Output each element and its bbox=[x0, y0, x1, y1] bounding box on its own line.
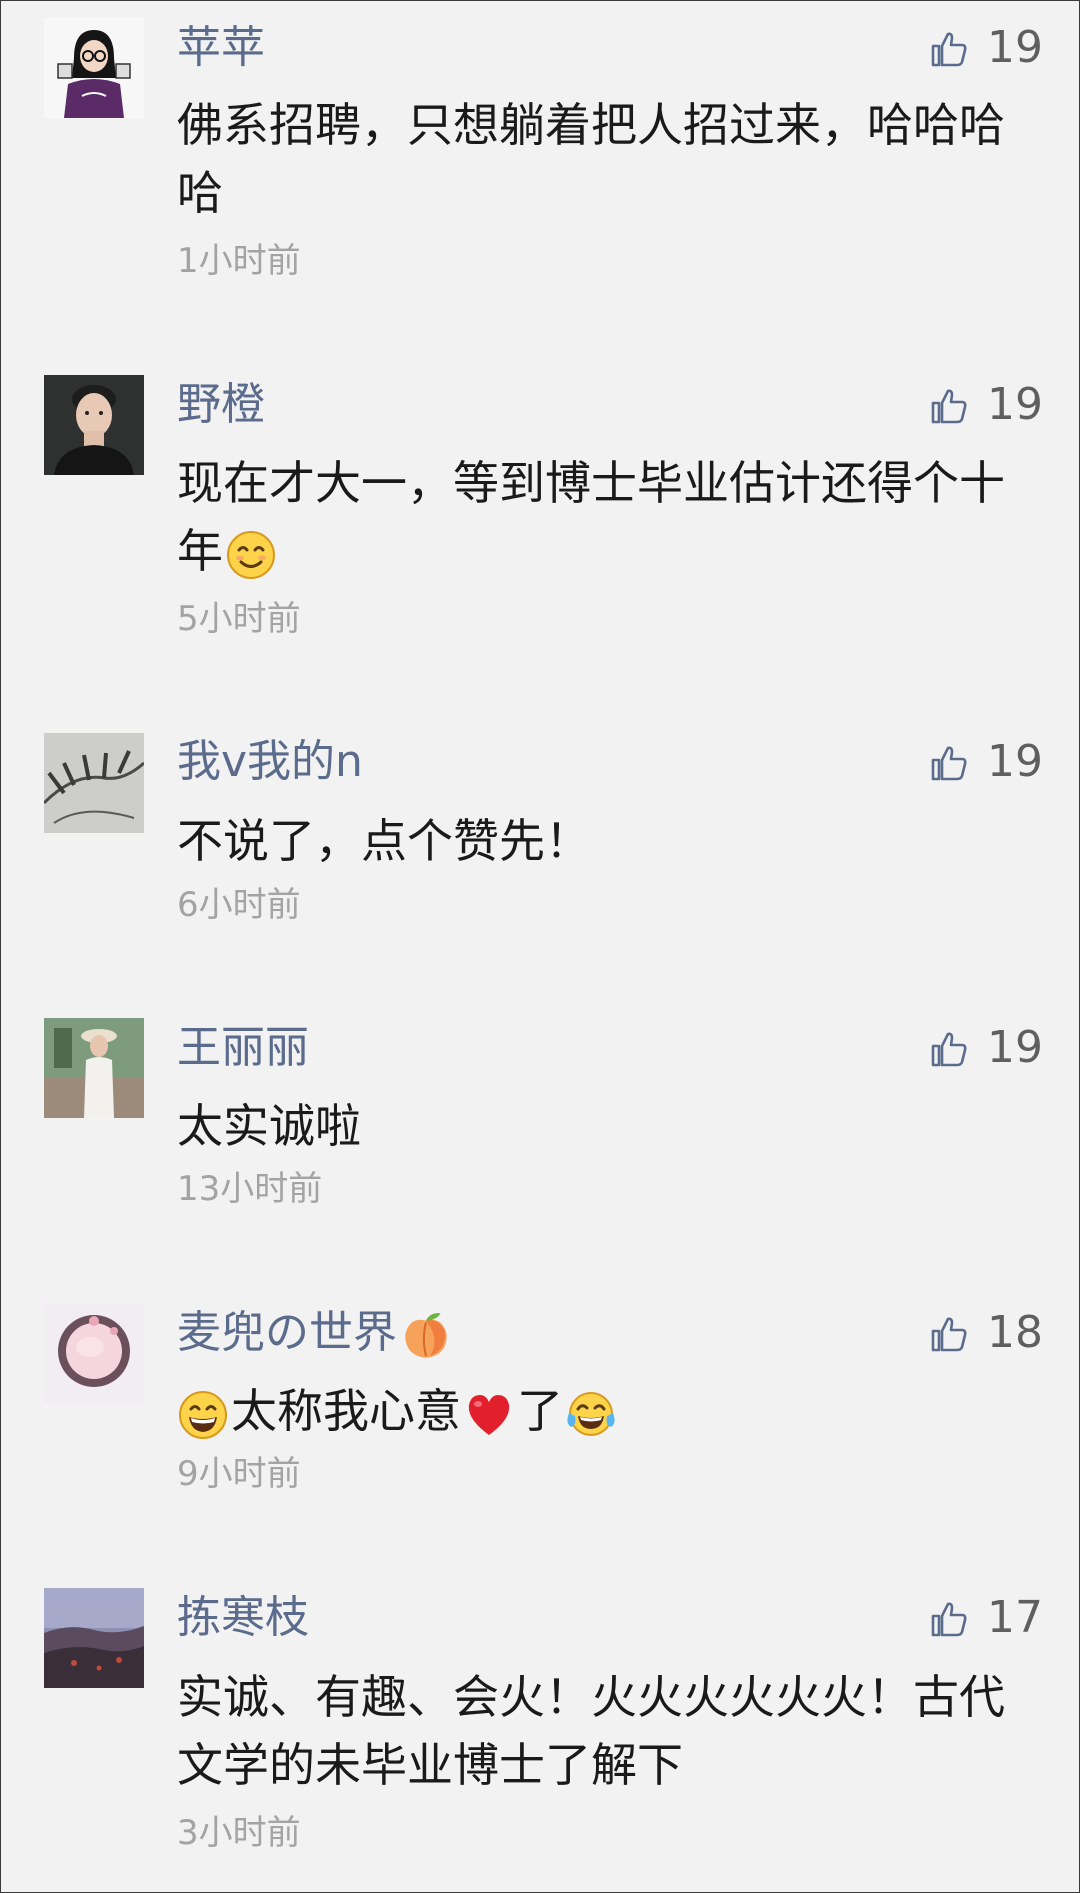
avatar[interactable] bbox=[44, 1018, 144, 1118]
username[interactable]: 我v我的n bbox=[177, 735, 363, 789]
comment-text-content: 现在才大一，等到博士毕业估计还得个十年 bbox=[177, 456, 1005, 578]
like-button[interactable]: 19 bbox=[929, 735, 1049, 789]
username[interactable]: 野橙 bbox=[177, 378, 265, 432]
comment-text-part: 太称我心意 bbox=[231, 1384, 461, 1438]
avatar-image bbox=[44, 375, 144, 475]
thumbs-up-icon bbox=[931, 746, 967, 781]
avatar[interactable] bbox=[44, 1303, 144, 1403]
like-button[interactable]: 17 bbox=[929, 1591, 1049, 1645]
comment-time: 1小时前 bbox=[177, 241, 301, 281]
avatar-image bbox=[44, 1303, 144, 1403]
like-button[interactable]: 18 bbox=[929, 1306, 1049, 1360]
thumbs-up-icon bbox=[931, 1032, 967, 1067]
avatar[interactable] bbox=[44, 733, 144, 833]
comment-text-part: 了 bbox=[517, 1384, 563, 1438]
like-button[interactable]: 19 bbox=[929, 21, 1049, 75]
smile-icon bbox=[227, 530, 275, 579]
like-count: 19 bbox=[987, 1022, 1043, 1073]
peach-icon bbox=[405, 1313, 447, 1358]
comment-time: 3小时前 bbox=[177, 1813, 301, 1853]
username[interactable]: 麦兜の世界 bbox=[177, 1306, 455, 1362]
like-count: 19 bbox=[987, 736, 1043, 787]
avatar[interactable] bbox=[44, 1588, 144, 1688]
comment-text: 太实诚啦 bbox=[177, 1099, 361, 1153]
like-button[interactable]: 19 bbox=[929, 378, 1049, 432]
avatar[interactable] bbox=[44, 375, 144, 475]
comment-time: 13小时前 bbox=[177, 1169, 323, 1209]
avatar-image bbox=[44, 733, 144, 833]
avatar-image bbox=[44, 18, 144, 118]
red-heart-emoji bbox=[463, 1389, 515, 1441]
comment-text: 实诚、有趣、会火！火火火火火火！古代文学的未毕业博士了解下 bbox=[177, 1670, 1005, 1792]
avatar[interactable] bbox=[44, 18, 144, 118]
comment-time: 9小时前 bbox=[177, 1454, 301, 1494]
thumbs-up-icon bbox=[931, 389, 967, 424]
smiling-face-emoji bbox=[225, 529, 277, 581]
like-count: 18 bbox=[987, 1307, 1043, 1358]
avatar-image bbox=[44, 1018, 144, 1118]
thumbs-up-icon bbox=[931, 32, 967, 67]
grinning-face-emoji bbox=[177, 1389, 229, 1441]
tears-icon bbox=[567, 1391, 615, 1436]
like-count: 17 bbox=[987, 1592, 1043, 1643]
comment-time: 5小时前 bbox=[177, 599, 301, 639]
username[interactable]: 王丽丽 bbox=[177, 1021, 309, 1075]
comment-time: 6小时前 bbox=[177, 885, 301, 925]
comment-text: 佛系招聘，只想躺着把人招过来，哈哈哈哈 bbox=[177, 98, 1005, 220]
comment-text: 太称我心意 了 bbox=[177, 1377, 1027, 1445]
thumbs-up-icon bbox=[931, 1602, 967, 1637]
like-button[interactable]: 19 bbox=[929, 1021, 1049, 1075]
like-count: 19 bbox=[987, 22, 1043, 73]
comment-text: 不说了，点个赞先！ bbox=[177, 814, 591, 868]
avatar-image bbox=[44, 1588, 144, 1688]
comment-text: 现在才大一，等到博士毕业估计还得个十年 bbox=[177, 449, 1027, 585]
grin-icon bbox=[179, 1390, 227, 1439]
peach-emoji bbox=[399, 1308, 453, 1362]
like-count: 19 bbox=[987, 379, 1043, 430]
username-text: 麦兜の世界 bbox=[177, 1307, 397, 1358]
username[interactable]: 拣寒枝 bbox=[177, 1591, 309, 1645]
username[interactable]: 苹苹 bbox=[177, 21, 265, 75]
comment-list: 苹苹 19 佛系招聘，只想躺着把人招过来，哈哈哈哈 1小时前 野橙 19 现在才… bbox=[0, 0, 1080, 1893]
tears-of-joy-emoji bbox=[565, 1389, 617, 1441]
heart-icon bbox=[468, 1394, 510, 1435]
thumbs-up-icon bbox=[931, 1317, 967, 1352]
